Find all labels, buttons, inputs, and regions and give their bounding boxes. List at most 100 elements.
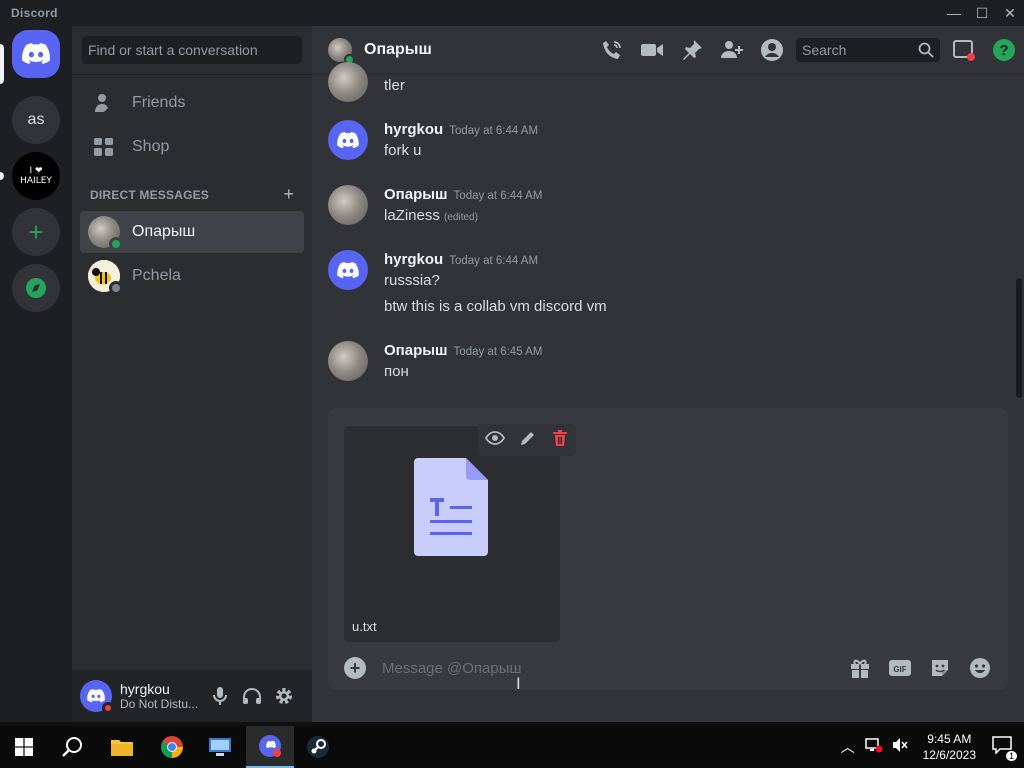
headphones-icon <box>243 688 261 704</box>
message-text: laZiness (edited) <box>384 207 478 224</box>
user-settings-button[interactable] <box>268 680 300 712</box>
attachment-card[interactable]: u.txt <box>344 424 576 642</box>
mute-button[interactable] <box>204 680 236 712</box>
recipient-name: Опарыш <box>364 40 432 58</box>
nav-label: Friends <box>132 94 186 111</box>
messages-scrollbar[interactable] <box>1016 278 1022 398</box>
windows-logo-icon <box>15 738 33 756</box>
search-input[interactable]: Search <box>796 38 940 62</box>
server-label: as <box>27 111 45 128</box>
compass-icon <box>26 278 46 298</box>
chrome-button[interactable] <box>148 726 196 768</box>
sticker-icon <box>932 660 948 676</box>
volume-muted-icon[interactable] <box>891 737 909 758</box>
offline-status-icon <box>109 281 123 295</box>
upload-preview-area: u.txt <box>328 408 1008 646</box>
steam-button[interactable] <box>294 726 342 768</box>
message-header: Опарыш Today at 6:45 AM <box>384 342 542 359</box>
message-text: fork u <box>384 142 422 159</box>
edited-label: (edited) <box>444 212 478 223</box>
user-avatar[interactable] <box>80 680 114 714</box>
server-label: I ❤ HAILEY <box>20 166 52 186</box>
dm-name: Опарыш <box>132 223 196 240</box>
window-controls: — ☐ ✕ <box>940 0 1024 26</box>
user-status: Do Not Distu... <box>120 697 199 711</box>
send-gift-button[interactable] <box>840 648 880 688</box>
edit-attachment-button[interactable] <box>519 429 537 452</box>
computer-icon <box>209 738 231 756</box>
plus-icon: + <box>349 657 361 678</box>
maximize-button[interactable]: ☐ <box>968 0 996 26</box>
dnd-status-icon <box>102 702 114 714</box>
user-profile-icon <box>761 39 783 61</box>
trash-icon <box>553 429 567 446</box>
clock-date: 12/6/2023 <box>922 748 976 762</box>
taskbar-clock[interactable]: 9:45 AM 12/6/2023 <box>923 731 976 763</box>
dm-item-pchela[interactable]: Pchela <box>80 255 304 297</box>
close-button[interactable]: ✕ <box>996 0 1024 26</box>
sticker-picker-button[interactable] <box>920 648 960 688</box>
spoiler-button[interactable] <box>484 428 506 453</box>
nav-friends[interactable]: Friends <box>80 82 304 124</box>
add-user-icon <box>721 41 743 58</box>
message-timestamp: Today at 6:44 AM <box>449 255 539 267</box>
message-author[interactable]: Опарыш <box>384 342 448 359</box>
nav-shop[interactable]: Shop <box>80 126 304 168</box>
dm-item-oparysh[interactable]: Опарыш <box>80 211 304 253</box>
user-names[interactable]: hyrgkou Do Not Distu... <box>120 681 204 711</box>
search-icon <box>62 737 82 757</box>
message-author[interactable]: Опарыш <box>384 186 448 203</box>
deafen-button[interactable] <box>236 680 268 712</box>
discord-logo-icon <box>87 689 105 703</box>
recipient-avatar[interactable] <box>328 37 355 65</box>
network-icon[interactable] <box>864 737 883 758</box>
microphone-icon <box>213 687 227 705</box>
message-avatar[interactable] <box>328 250 368 290</box>
show-hidden-icons-button[interactable]: ︿ <box>841 737 855 757</box>
message-avatar[interactable] <box>328 341 368 381</box>
chrome-icon <box>161 736 183 758</box>
phone-call-icon <box>603 41 621 59</box>
home-button[interactable] <box>12 30 60 78</box>
divider <box>72 74 312 75</box>
start-button[interactable] <box>0 726 48 768</box>
search-taskbar-button[interactable] <box>48 726 96 768</box>
add-server-button[interactable]: + <box>12 208 60 256</box>
file-explorer-button[interactable] <box>98 726 146 768</box>
message-author[interactable]: hyrgkou <box>384 251 443 268</box>
upload-button[interactable]: + <box>344 657 366 679</box>
message-avatar[interactable] <box>328 185 368 225</box>
explore-servers-button[interactable] <box>12 264 60 312</box>
selected-indicator <box>0 44 4 84</box>
friends-icon <box>88 87 120 119</box>
eye-icon <box>484 430 506 445</box>
discord-logo-icon <box>337 131 359 148</box>
attachment-actions <box>478 424 576 456</box>
unread-indicator <box>0 172 4 180</box>
message-composer[interactable]: + Message @Опарыш GIF <box>328 646 1008 690</box>
notification-center-button[interactable]: 1 <box>992 735 1017 761</box>
server-as[interactable]: as <box>12 96 60 144</box>
remove-attachment-button[interactable] <box>551 429 569 452</box>
message-author[interactable]: hyrgkou <box>384 121 443 138</box>
remote-desktop-button[interactable] <box>196 726 244 768</box>
gif-picker-button[interactable]: GIF <box>880 648 920 688</box>
server-hailey[interactable]: I ❤ HAILEY <box>12 152 60 200</box>
app-title: Discord <box>11 6 58 20</box>
minimize-button[interactable]: — <box>940 0 968 26</box>
discord-taskbar-button[interactable] <box>246 726 294 768</box>
plus-icon: + <box>28 217 44 247</box>
message-avatar[interactable] <box>328 62 368 102</box>
message-input[interactable]: Message @Опарыш <box>382 660 522 677</box>
create-dm-button[interactable]: + <box>283 184 294 205</box>
search-icon <box>918 42 934 58</box>
pencil-icon <box>521 431 534 445</box>
title-bar: Discord — ☐ ✕ <box>0 0 1024 26</box>
emoji-picker-button[interactable] <box>960 648 1000 688</box>
video-camera-icon <box>641 44 663 56</box>
message-avatar[interactable] <box>328 120 368 160</box>
message: tler <box>312 62 1012 102</box>
message-text: пон <box>384 363 409 380</box>
system-tray: ︿ 9:45 AM 12/6/2023 1 <box>841 726 1024 768</box>
find-conversation-input[interactable]: Find or start a conversation <box>82 36 302 64</box>
